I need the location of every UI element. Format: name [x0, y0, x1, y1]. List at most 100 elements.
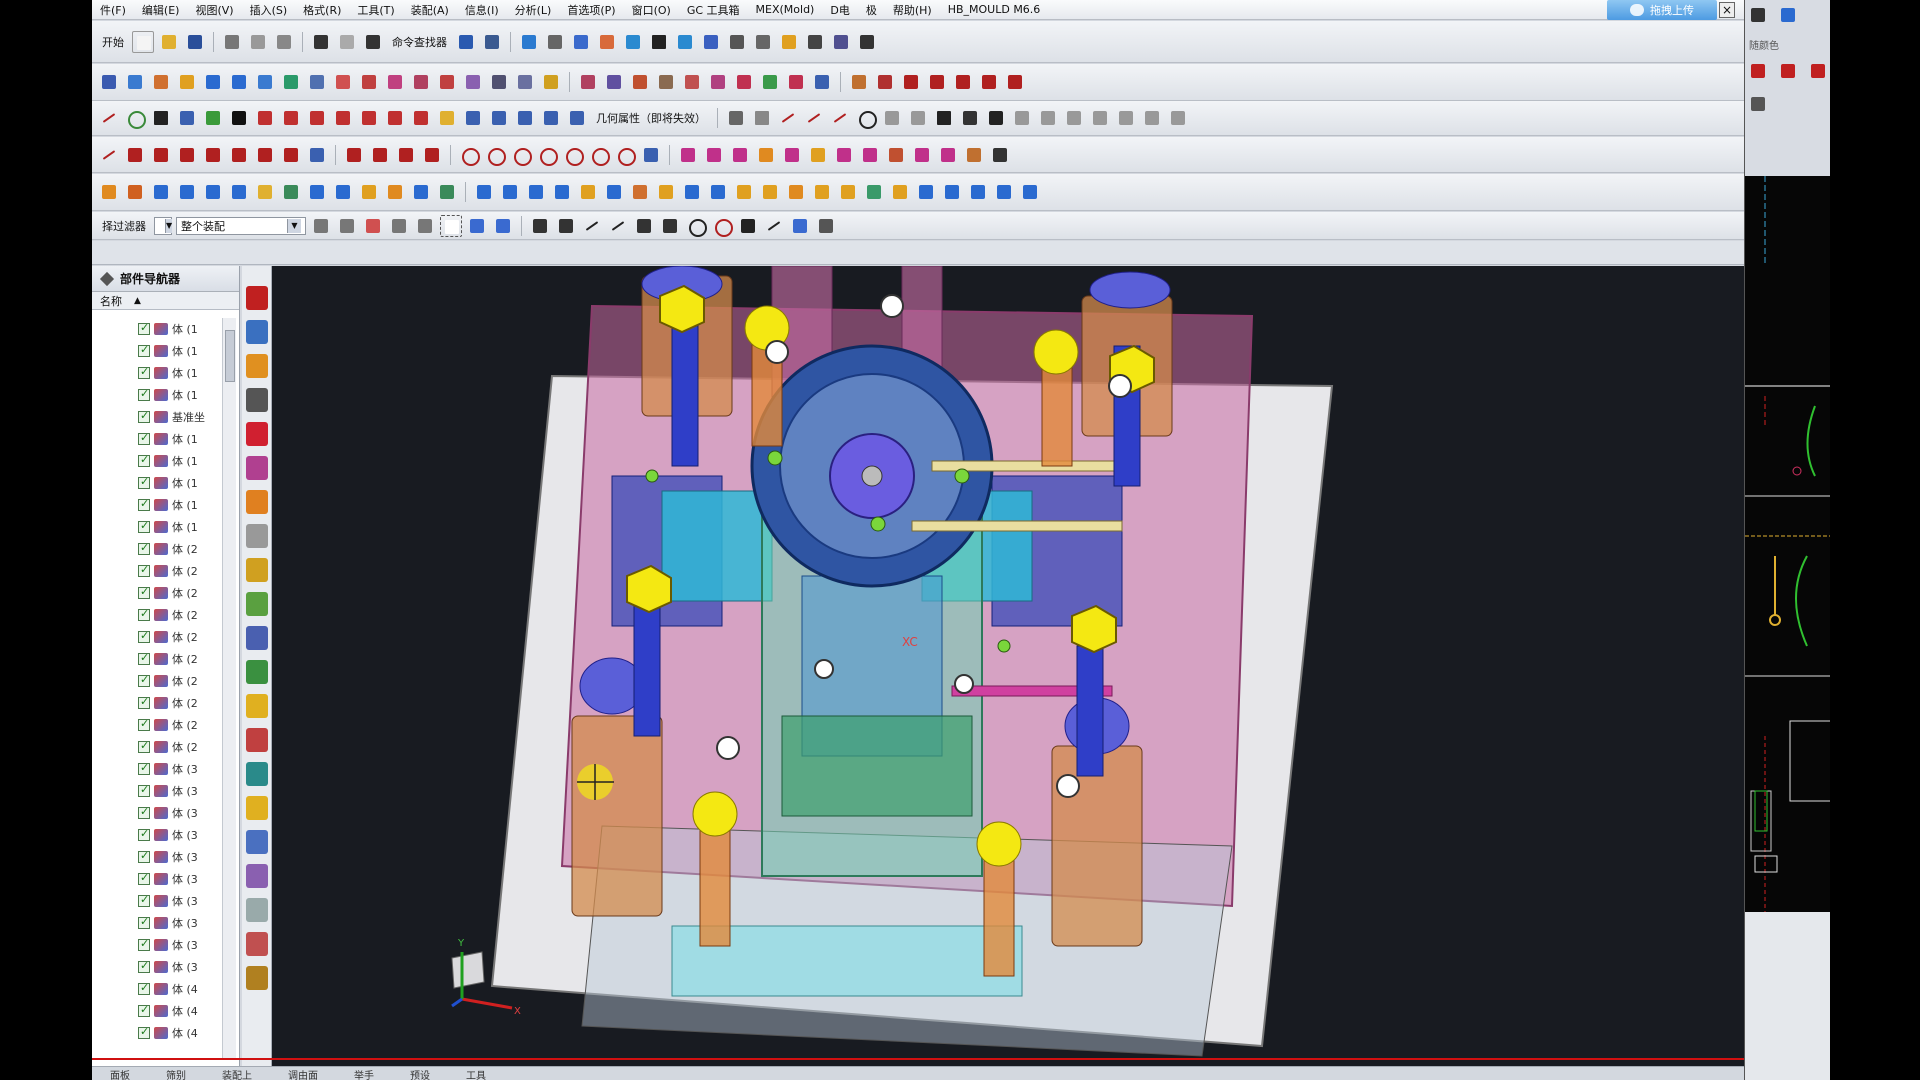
tab-hand[interactable]: 举手 — [336, 1067, 392, 1080]
cylinder-icon[interactable] — [332, 181, 354, 203]
surface-tool-12-icon[interactable] — [384, 71, 406, 93]
extend-icon[interactable] — [1063, 107, 1085, 129]
tab-preset[interactable]: 预设 — [392, 1067, 448, 1080]
fillet-icon[interactable] — [881, 107, 903, 129]
resource-palette-icon[interactable] — [245, 558, 268, 582]
edit-curve-14-icon[interactable] — [458, 144, 480, 166]
visibility-checkbox[interactable] — [138, 431, 150, 445]
surface-tool-10-icon[interactable] — [332, 71, 354, 93]
feature-tool-12-icon[interactable] — [436, 181, 458, 203]
arc-icon[interactable] — [98, 107, 120, 129]
menu-electrode[interactable]: D电 — [822, 2, 857, 18]
visibility-checkbox[interactable] — [138, 563, 150, 577]
resource-system-icon[interactable] — [245, 524, 268, 548]
navigator-row[interactable]: 体 (1 — [92, 318, 222, 340]
snap-intersection-icon[interactable] — [659, 215, 681, 237]
resource-mold-icon[interactable] — [245, 626, 268, 650]
navigator-row[interactable]: 体 (2 — [92, 560, 222, 582]
resource-roles-icon[interactable] — [245, 592, 268, 616]
visibility-checkbox[interactable] — [138, 453, 150, 467]
chamfer-icon[interactable] — [907, 107, 929, 129]
tab-tools[interactable]: 工具 — [448, 1067, 504, 1080]
drawing-tool-2-icon[interactable] — [1777, 60, 1799, 82]
pin-icon[interactable] — [99, 271, 115, 286]
surface-tool-32-icon[interactable] — [926, 71, 948, 93]
menu-mex-mold[interactable]: MEX(Mold) — [748, 3, 823, 16]
selection-scope-dropdown[interactable]: 整个装配 ▼ — [176, 216, 306, 235]
select-filter-7-icon[interactable] — [492, 215, 514, 237]
curve-tool-11-icon[interactable] — [540, 107, 562, 129]
feature-tool-28-icon[interactable] — [863, 181, 885, 203]
menu-format[interactable]: 格式(R) — [295, 2, 349, 18]
feature-tool-6-icon[interactable] — [254, 181, 276, 203]
snap-point-1-icon[interactable] — [529, 215, 551, 237]
feature-4-icon[interactable] — [755, 144, 777, 166]
surface-tool-25-icon[interactable] — [733, 71, 755, 93]
surface-tool-7-icon[interactable] — [254, 71, 276, 93]
navigator-row[interactable]: 体 (2 — [92, 736, 222, 758]
resource-tool-9-icon[interactable] — [245, 932, 268, 956]
menu-gc-toolbox[interactable]: GC 工具箱 — [679, 2, 748, 18]
surface-tool-24-icon[interactable] — [707, 71, 729, 93]
render-style-icon[interactable] — [544, 31, 566, 53]
navigator-row[interactable]: 体 (3 — [92, 956, 222, 978]
close-button[interactable]: × — [1719, 2, 1735, 18]
resource-tool-4-icon[interactable] — [245, 762, 268, 786]
dimension-icon[interactable] — [1141, 107, 1163, 129]
visibility-checkbox[interactable] — [138, 827, 150, 841]
navigator-row[interactable]: 体 (1 — [92, 472, 222, 494]
graphics-viewport[interactable]: XC X Y — [272, 266, 1744, 1066]
resource-part-icon[interactable] — [245, 354, 268, 378]
surface-tool-3-icon[interactable] — [150, 71, 172, 93]
visibility-checkbox[interactable] — [138, 321, 150, 335]
navigator-row[interactable]: 体 (2 — [92, 538, 222, 560]
edit-curve-9-icon[interactable] — [306, 144, 328, 166]
visibility-checkbox[interactable] — [138, 409, 150, 423]
surface-tool-35-icon[interactable] — [1004, 71, 1026, 93]
surface-tool-13-icon[interactable] — [410, 71, 432, 93]
edit-curve-2-icon[interactable] — [124, 144, 146, 166]
relations-icon[interactable] — [1167, 107, 1189, 129]
menu-preferences[interactable]: 首选项(P) — [559, 2, 623, 18]
menu-edit[interactable]: 编辑(E) — [134, 2, 188, 18]
surface-tool-27-icon[interactable] — [785, 71, 807, 93]
feature-tool-19-icon[interactable] — [629, 181, 651, 203]
navigator-row[interactable]: 体 (3 — [92, 846, 222, 868]
visibility-checkbox[interactable] — [138, 343, 150, 357]
line-icon[interactable] — [803, 107, 825, 129]
save-icon[interactable] — [184, 31, 206, 53]
snap-control-icon[interactable] — [633, 215, 655, 237]
feature-12-icon[interactable] — [963, 144, 985, 166]
snap-on-face-icon[interactable] — [789, 215, 811, 237]
point-set-icon[interactable] — [124, 107, 146, 129]
surface-tool-30-icon[interactable] — [874, 71, 896, 93]
navigator-row[interactable]: 体 (3 — [92, 824, 222, 846]
feature-tool-5-icon[interactable] — [228, 181, 250, 203]
resource-tool-3-icon[interactable] — [245, 728, 268, 752]
surface-tool-31-icon[interactable] — [900, 71, 922, 93]
feature-tool-11-icon[interactable] — [410, 181, 432, 203]
edit-curve-7-icon[interactable] — [254, 144, 276, 166]
drawing-tool-3-icon[interactable] — [1807, 60, 1829, 82]
select-filter-6-icon[interactable] — [466, 215, 488, 237]
drawing-tool-4-icon[interactable] — [1747, 93, 1769, 115]
offset-curve-icon[interactable] — [1011, 107, 1033, 129]
feature-9-icon[interactable] — [885, 144, 907, 166]
resource-constraint-icon[interactable] — [245, 320, 268, 344]
sketch-rect-icon[interactable] — [933, 107, 955, 129]
feature-tool-21-icon[interactable] — [681, 181, 703, 203]
undo-icon[interactable] — [310, 31, 332, 53]
tab-filter[interactable]: 筛别 — [148, 1067, 204, 1080]
surface-tool-21-icon[interactable] — [629, 71, 651, 93]
snap-tool-icon[interactable] — [481, 31, 503, 53]
navigator-row[interactable]: 体 (3 — [92, 780, 222, 802]
surface-tool-34-icon[interactable] — [978, 71, 1000, 93]
surface-tool-2-icon[interactable] — [124, 71, 146, 93]
edit-curve-8-icon[interactable] — [280, 144, 302, 166]
edit-curve-5-icon[interactable] — [202, 144, 224, 166]
arc-2-icon[interactable] — [829, 107, 851, 129]
edit-curve-4-icon[interactable] — [176, 144, 198, 166]
feature-tool-17-icon[interactable] — [577, 181, 599, 203]
feature-tool-23-icon[interactable] — [733, 181, 755, 203]
menu-file[interactable]: 件(F) — [92, 2, 134, 18]
